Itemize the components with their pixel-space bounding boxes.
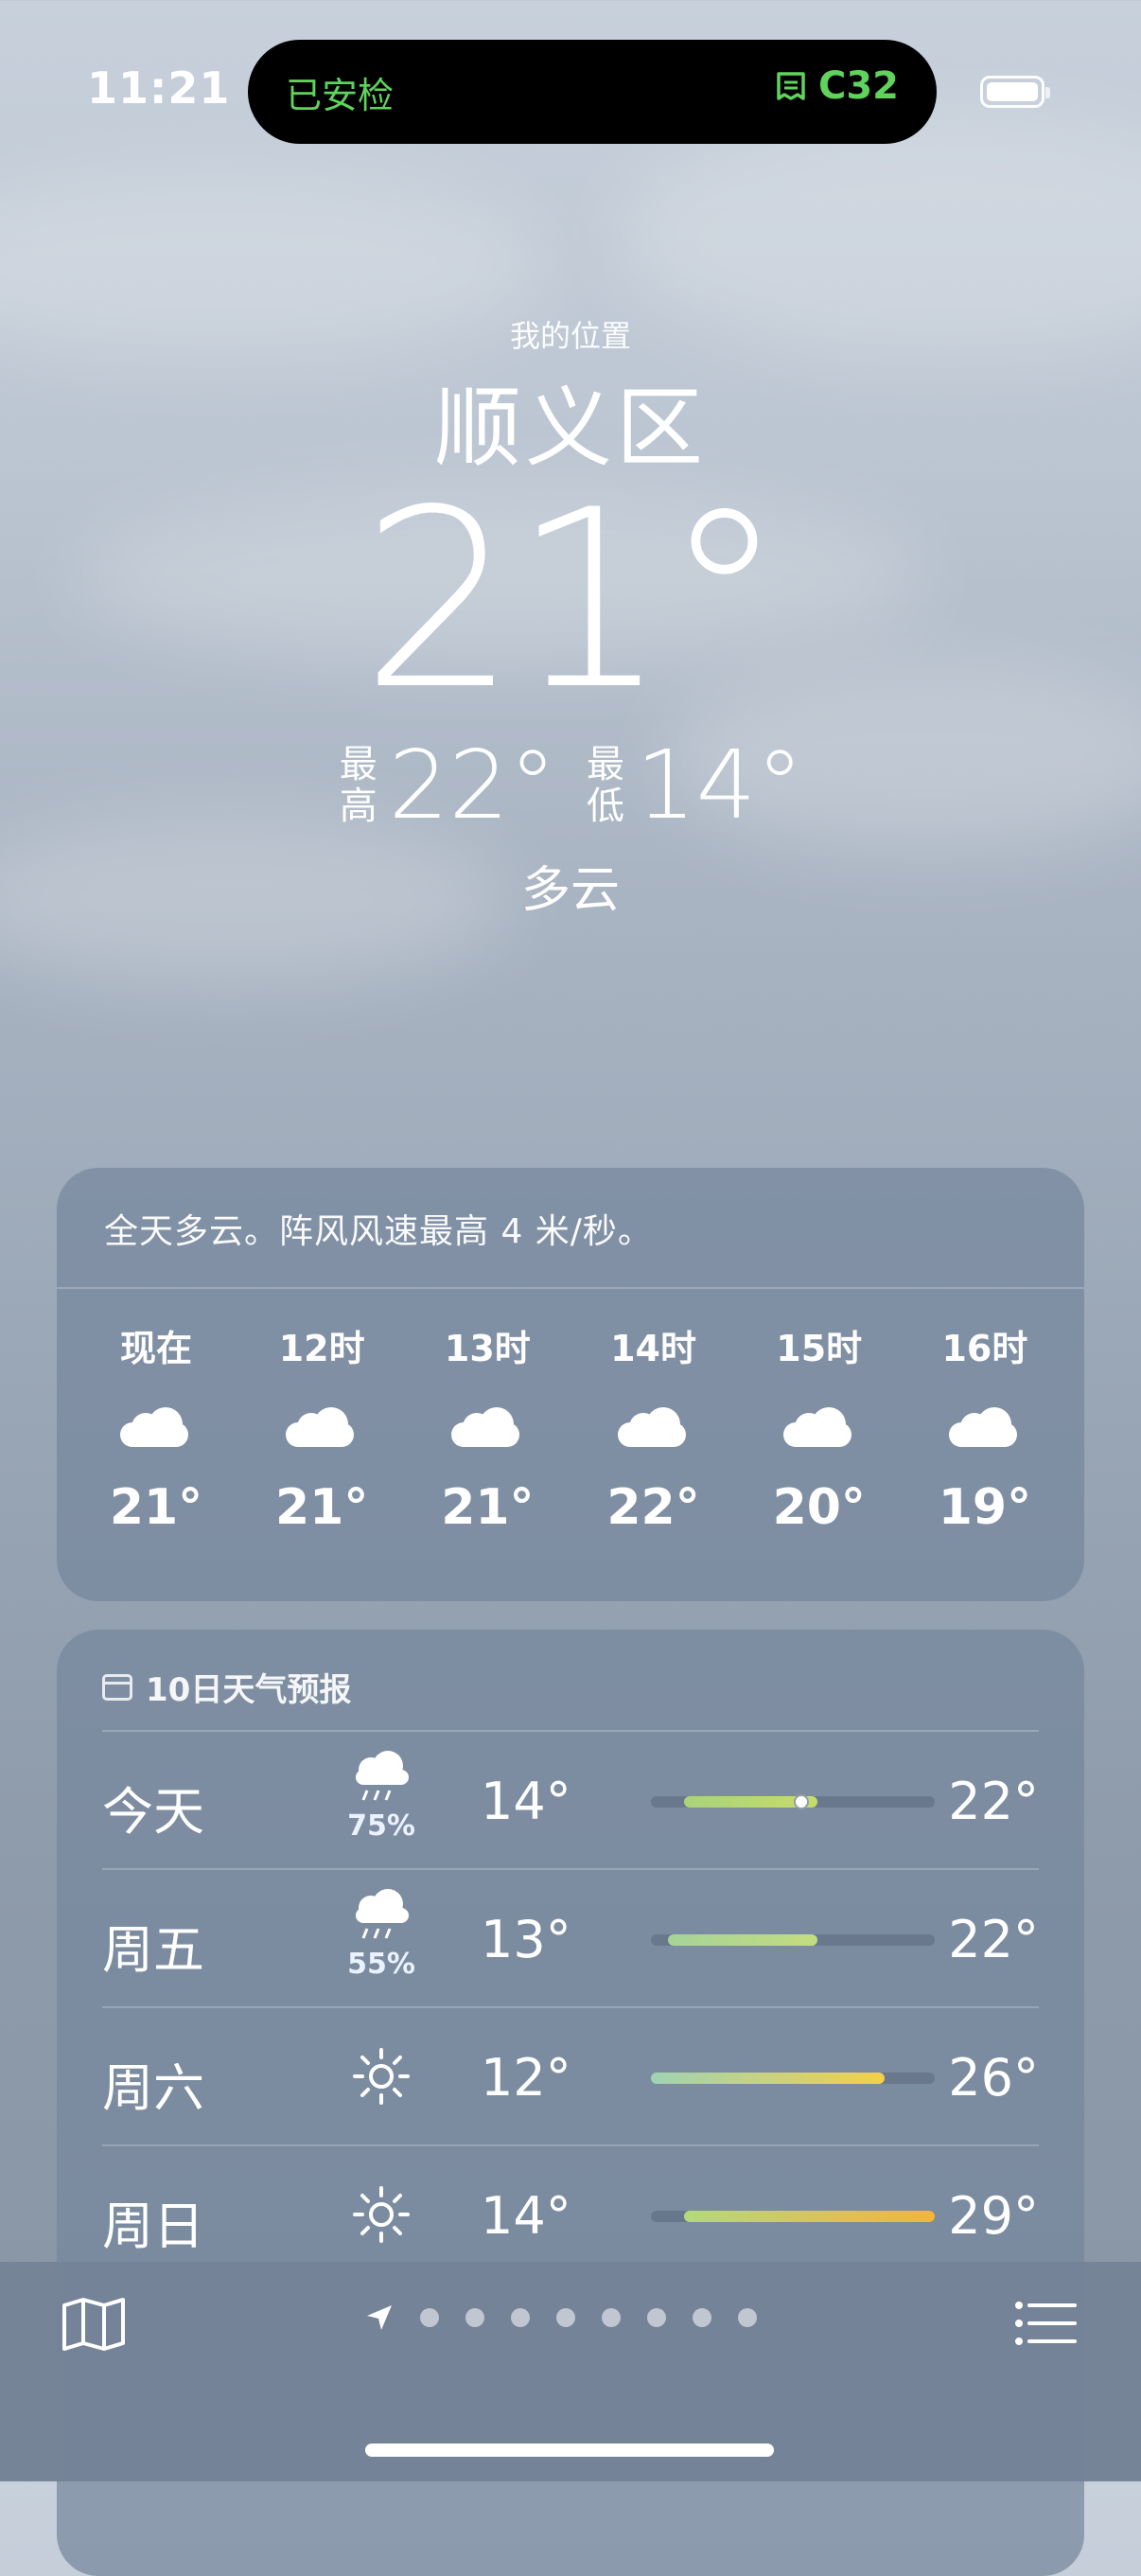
hour-time: 15时 bbox=[776, 1328, 863, 1369]
hour-item: 15时 20° bbox=[748, 1319, 890, 1536]
daily-list: 今天 75% 14° 22° 周五 55% 13° 22° 周六 12° 26°… bbox=[102, 1730, 1039, 2283]
hourly-list[interactable]: 现在 21° 12时 21° 13时 21° 14时 22° 15时 20° 1… bbox=[85, 1319, 1056, 1536]
location-arrow-icon bbox=[367, 2305, 392, 2330]
hour-time: 16时 bbox=[941, 1328, 1028, 1369]
hour-item: 16时 19° bbox=[914, 1319, 1056, 1536]
hour-temp: 20° bbox=[772, 1479, 866, 1536]
current-temperature: 21° bbox=[360, 458, 786, 744]
temp-range-fill bbox=[684, 2211, 935, 2222]
day-low: 14° bbox=[481, 2186, 571, 2246]
hour-time: 14时 bbox=[610, 1328, 696, 1369]
hour-item: 12时 21° bbox=[251, 1319, 393, 1536]
cloud-icon bbox=[617, 1407, 690, 1451]
page-dot bbox=[420, 2308, 439, 2327]
page-dot bbox=[465, 2308, 484, 2327]
page-dot bbox=[647, 2308, 666, 2327]
day-name: 周日 bbox=[102, 2197, 204, 2256]
low-temperature: 14° bbox=[636, 730, 804, 840]
island-status-text: 已安检 bbox=[286, 75, 395, 116]
page-dot bbox=[738, 2308, 757, 2327]
day-low: 12° bbox=[481, 2048, 571, 2108]
island-gate: C32 bbox=[773, 64, 899, 108]
bottom-toolbar bbox=[0, 2262, 1141, 2481]
page-dot bbox=[556, 2308, 575, 2327]
current-weather: 我的位置 顺义区 21° 最高 22° 最低 14° 多云 bbox=[0, 312, 1141, 921]
calendar-icon bbox=[102, 1673, 132, 1701]
hour-temp: 21° bbox=[441, 1479, 535, 1536]
rain-cloud-icon: 55% bbox=[339, 1889, 424, 1981]
day-row[interactable]: 今天 75% 14° 22° bbox=[102, 1730, 1039, 1868]
cloud-icon bbox=[451, 1407, 523, 1451]
hour-item: 14时 22° bbox=[583, 1319, 725, 1536]
hour-temp: 22° bbox=[606, 1479, 700, 1536]
hourly-forecast-card[interactable]: 全天多云。阵风风速最高 4 米/秒。 现在 21° 12时 21° 13时 21… bbox=[57, 1168, 1084, 1601]
rain-cloud-icon: 75% bbox=[339, 1751, 424, 1843]
hour-item: 13时 21° bbox=[416, 1319, 558, 1536]
page-indicator[interactable] bbox=[365, 2303, 757, 2332]
page-dot bbox=[602, 2308, 621, 2327]
forecast-summary: 全天多云。阵风风速最高 4 米/秒。 bbox=[104, 1212, 653, 1251]
day-row[interactable]: 周六 12° 26° bbox=[102, 2006, 1039, 2144]
day-name: 今天 bbox=[102, 1782, 204, 1842]
list-icon[interactable] bbox=[1014, 2300, 1077, 2347]
hour-item: 现在 21° bbox=[85, 1319, 227, 1536]
temp-range-fill bbox=[667, 1934, 818, 1946]
day-high: 26° bbox=[948, 2048, 1039, 2108]
high-low: 最高 22° 最低 14° bbox=[0, 730, 1141, 840]
page-dot bbox=[511, 2308, 530, 2327]
condition-text: 多云 bbox=[520, 862, 620, 919]
sun-icon bbox=[339, 2046, 424, 2110]
hour-time: 现在 bbox=[119, 1328, 192, 1369]
temp-range-bar bbox=[651, 1794, 935, 1809]
status-time: 11:21 bbox=[87, 62, 231, 114]
ticket-icon bbox=[777, 72, 805, 100]
day-row[interactable]: 周五 55% 13° 22° bbox=[102, 1868, 1039, 2006]
cloud-icon bbox=[120, 1407, 192, 1451]
dynamic-island[interactable]: 已安检 C32 bbox=[248, 40, 937, 144]
hour-temp: 21° bbox=[275, 1479, 369, 1536]
day-high: 29° bbox=[948, 2186, 1039, 2246]
hour-time: 13时 bbox=[444, 1328, 531, 1369]
high-label: 最高 bbox=[339, 742, 377, 828]
day-high: 22° bbox=[948, 1910, 1039, 1969]
cloud-icon bbox=[782, 1407, 855, 1451]
day-low: 14° bbox=[481, 1772, 571, 1831]
precip-chance: 55% bbox=[347, 1948, 415, 1981]
map-icon[interactable] bbox=[61, 2296, 127, 2353]
precip-chance: 75% bbox=[347, 1809, 415, 1843]
high-temperature: 22° bbox=[388, 730, 556, 840]
hour-time: 12时 bbox=[278, 1328, 365, 1369]
current-temp-marker bbox=[793, 1794, 809, 1809]
gate-number: C32 bbox=[817, 64, 899, 108]
hour-temp: 21° bbox=[109, 1479, 203, 1536]
location-label: 我的位置 bbox=[509, 318, 631, 354]
low-label: 最低 bbox=[587, 742, 624, 828]
day-high: 22° bbox=[948, 1772, 1039, 1831]
sun-icon bbox=[339, 2184, 424, 2249]
temp-range-fill bbox=[651, 2073, 886, 2084]
battery-icon bbox=[980, 76, 1050, 108]
cloud-icon bbox=[286, 1407, 358, 1451]
temp-range-bar bbox=[651, 2211, 935, 2222]
day-name: 周六 bbox=[102, 2058, 204, 2118]
divider bbox=[57, 1287, 1084, 1289]
day-name: 周五 bbox=[102, 1920, 204, 1980]
ten-day-title-text: 10日天气预报 bbox=[146, 1671, 352, 1709]
temp-range-bar bbox=[651, 1934, 935, 1946]
cloud-icon bbox=[948, 1407, 1021, 1451]
day-low: 13° bbox=[481, 1910, 571, 1969]
hour-temp: 19° bbox=[938, 1479, 1032, 1536]
ten-day-title: 10日天气预报 bbox=[102, 1664, 351, 1710]
page-dot bbox=[693, 2308, 711, 2327]
temp-range-bar bbox=[651, 2073, 935, 2084]
home-indicator[interactable] bbox=[365, 2444, 774, 2457]
